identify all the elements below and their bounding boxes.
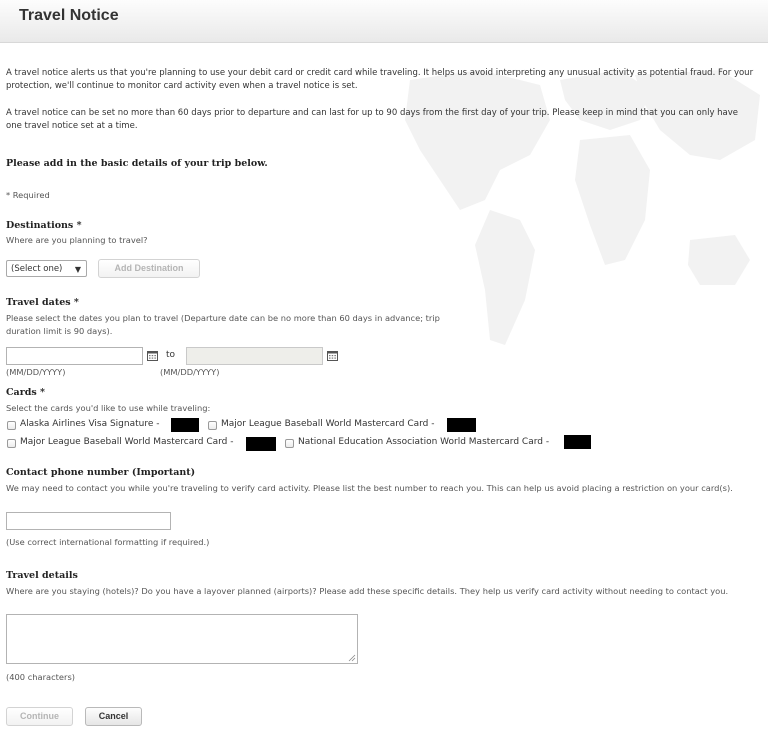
destinations-label: Destinations *	[6, 220, 82, 231]
date-range-to-label: to	[166, 350, 176, 360]
travel-details-help: Where are you staying (hotels)? Do you h…	[6, 586, 729, 596]
travel-details-label: Travel details	[6, 570, 78, 581]
destinations-help: Where are you planning to travel?	[6, 235, 148, 245]
destination-select[interactable]: (Select one) ▼	[6, 260, 87, 277]
card-checkbox[interactable]	[208, 421, 217, 430]
destination-select-value: (Select one)	[11, 264, 63, 274]
world-map-background	[405, 70, 760, 345]
character-limit-hint: (400 characters)	[6, 672, 76, 682]
card-checkbox[interactable]	[7, 421, 16, 430]
redacted-card-number	[447, 418, 476, 432]
card-checkbox[interactable]	[7, 439, 16, 448]
card-checkbox[interactable]	[285, 439, 294, 448]
resize-handle-icon[interactable]	[348, 654, 356, 662]
phone-help: We may need to contact you while you're …	[6, 483, 733, 493]
redacted-card-number	[564, 435, 591, 449]
travel-dates-label: Travel dates *	[6, 297, 79, 308]
redacted-card-number	[171, 418, 199, 432]
calendar-icon[interactable]	[327, 350, 338, 361]
card-label: National Education Association World Mas…	[298, 437, 550, 447]
continue-button[interactable]: Continue	[6, 707, 73, 726]
travel-dates-help: Please select the dates you plan to trav…	[6, 313, 440, 336]
triangle-down-icon: ▼	[74, 265, 81, 274]
redacted-card-number	[246, 437, 276, 451]
end-date-format-hint: (MM/DD/YYYY)	[160, 367, 220, 377]
cards-label: Cards *	[6, 387, 45, 398]
required-note: * Required	[6, 190, 50, 200]
cards-help: Select the cards you'd like to use while…	[6, 403, 211, 413]
page-title: Travel Notice	[19, 7, 119, 24]
phone-label: Contact phone number (Important)	[6, 467, 196, 478]
start-date-input[interactable]	[6, 347, 143, 365]
intro-paragraph-1: A travel notice alerts us that you're pl…	[6, 68, 754, 91]
basic-details-heading: Please add in the basic details of your …	[6, 158, 268, 169]
add-destination-button[interactable]: Add Destination	[98, 259, 200, 278]
phone-format-hint: (Use correct international formatting if…	[6, 537, 210, 547]
page-header: Travel Notice	[0, 0, 768, 43]
card-label: Alaska Airlines Visa Signature -	[20, 419, 160, 429]
cancel-button[interactable]: Cancel	[85, 707, 142, 726]
travel-details-textarea[interactable]	[6, 614, 358, 664]
card-label: Major League Baseball World Mastercard C…	[20, 437, 234, 447]
phone-input[interactable]	[6, 512, 171, 530]
start-date-format-hint: (MM/DD/YYYY)	[6, 367, 66, 377]
card-label: Major League Baseball World Mastercard C…	[221, 419, 435, 429]
end-date-input[interactable]	[186, 347, 323, 365]
intro-paragraph-2: A travel notice can be set no more than …	[6, 108, 739, 131]
calendar-icon[interactable]	[147, 350, 158, 361]
